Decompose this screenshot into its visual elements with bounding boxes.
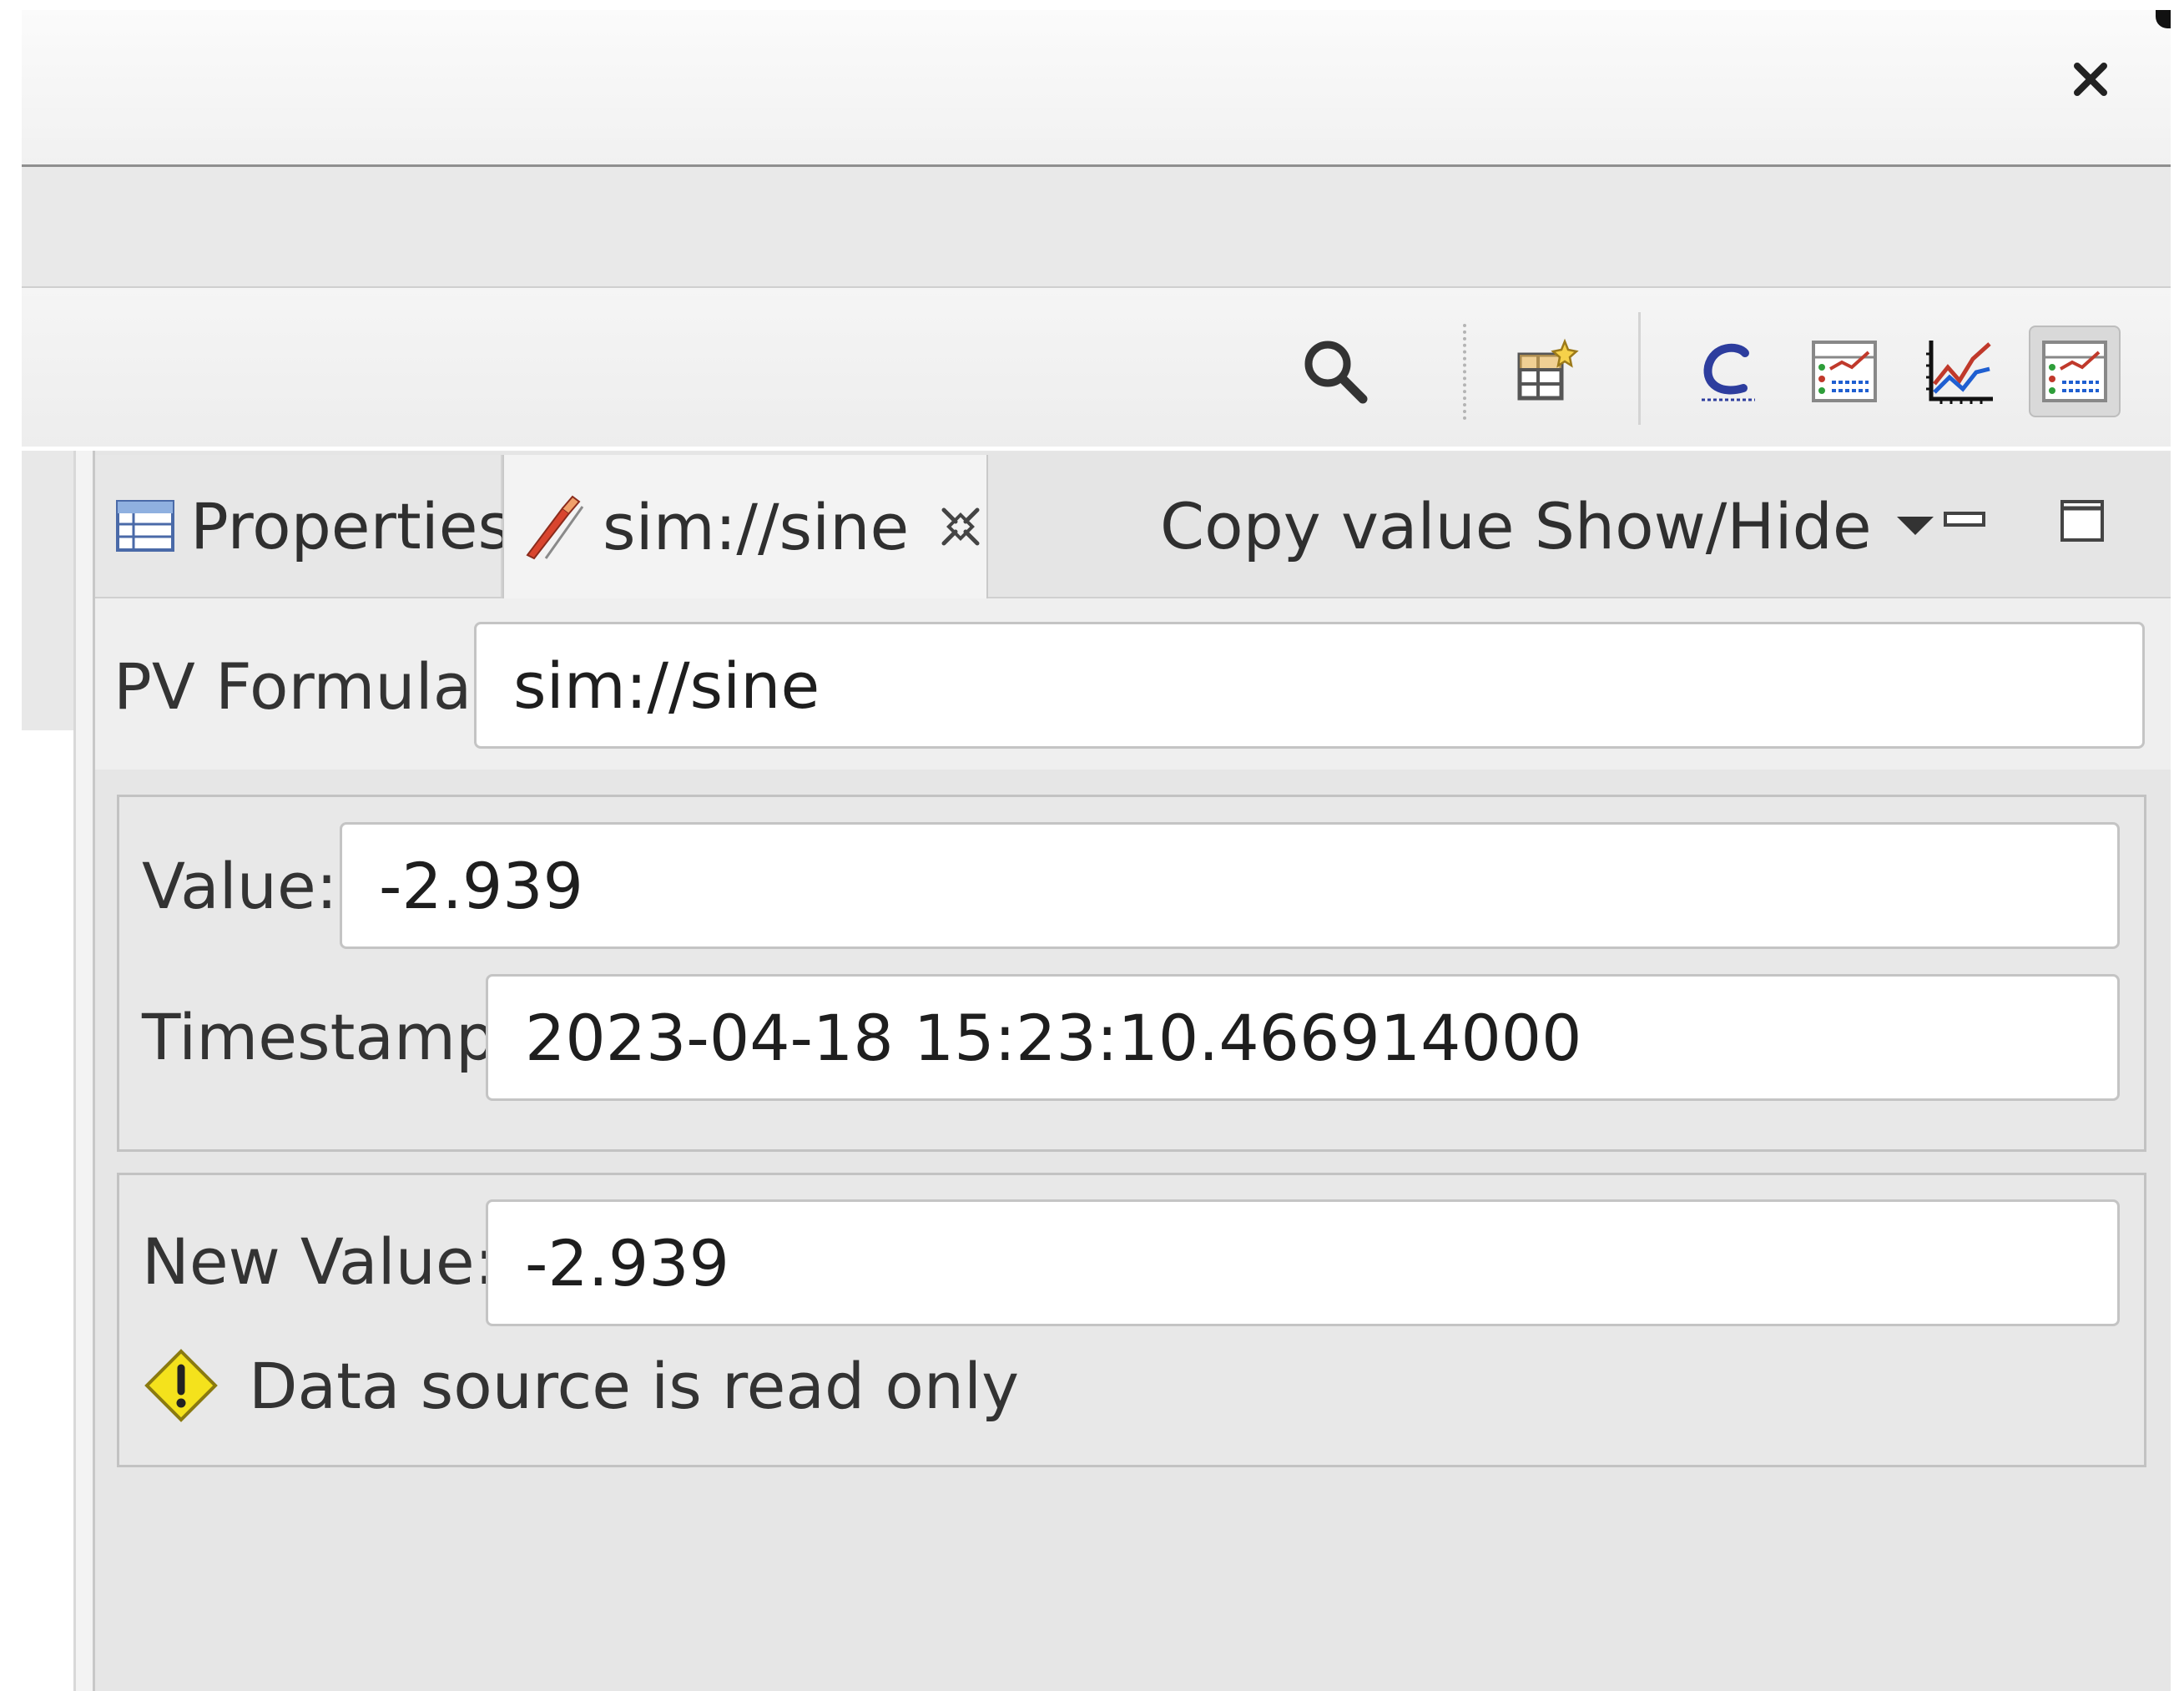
timestamp-field[interactable]: 2023-04-18 15:23:10.466914000: [486, 974, 2120, 1101]
tab-sim-sine[interactable]: sim://sine: [502, 455, 988, 598]
close-tab-icon: [941, 507, 980, 546]
value-label: Value:: [142, 849, 338, 923]
view-menu-button[interactable]: Copy value Show/Hide: [1160, 484, 1934, 568]
plot-list-button[interactable]: [1798, 326, 1890, 417]
tab-properties-label: Properties: [190, 488, 512, 563]
probe-pv-button[interactable]: [2029, 326, 2121, 417]
view-menu-label: Copy value Show/Hide: [1160, 488, 1872, 563]
timestamp-label: Timestamp:: [142, 1000, 517, 1074]
search-button[interactable]: [1289, 326, 1381, 417]
maximize-view-button[interactable]: [2049, 488, 2116, 555]
value-field[interactable]: -2.939: [340, 822, 2120, 949]
tab-close-button[interactable]: [937, 503, 984, 550]
properties-table-icon: [115, 499, 175, 553]
close-window-button[interactable]: [2061, 50, 2120, 109]
probe-c-button[interactable]: [1682, 326, 1774, 417]
plot-list-icon: [1812, 341, 1877, 402]
probe-pv-icon: [2042, 341, 2107, 402]
window-corner: [2156, 10, 2171, 28]
pv-formula-label: PV Formula:: [113, 649, 493, 724]
pv-formula-input[interactable]: sim://sine: [474, 622, 2145, 749]
open-in-table-button[interactable]: [1502, 326, 1594, 417]
read-only-warning: Data source is read only: [144, 1348, 1019, 1423]
app-window: Properties sim://sine Copy value Show/Hi…: [0, 0, 2184, 1691]
toolbar-separator-2: [1638, 312, 1641, 425]
tab-properties[interactable]: Properties: [95, 455, 511, 597]
tab-sim-sine-label: sim://sine: [603, 489, 910, 564]
editor-tab-area: [22, 451, 73, 730]
warning-icon: [144, 1349, 218, 1422]
new-value-input[interactable]: -2.939: [486, 1199, 2120, 1326]
chevron-down-icon: [1896, 517, 1934, 535]
open-in-table-icon: [1517, 338, 1579, 401]
maximize-icon: [2060, 500, 2104, 542]
probe-c-icon: [1702, 343, 1755, 401]
new-value-label: New Value:: [142, 1224, 497, 1299]
menu-bar: [22, 167, 2171, 288]
xy-plot-icon: [1926, 341, 1993, 404]
xy-plot-button[interactable]: [1914, 326, 2006, 417]
minimize-view-button[interactable]: [1932, 488, 1999, 555]
probe-pen-icon: [521, 493, 588, 560]
close-icon: [2074, 63, 2107, 96]
toolbar-separator: [1463, 324, 1466, 420]
title-bar: [22, 10, 2171, 167]
warning-message: Data source is read only: [249, 1348, 1020, 1423]
search-icon: [1304, 341, 1368, 404]
sash[interactable]: [76, 451, 93, 1691]
minimize-icon: [1944, 512, 1985, 527]
